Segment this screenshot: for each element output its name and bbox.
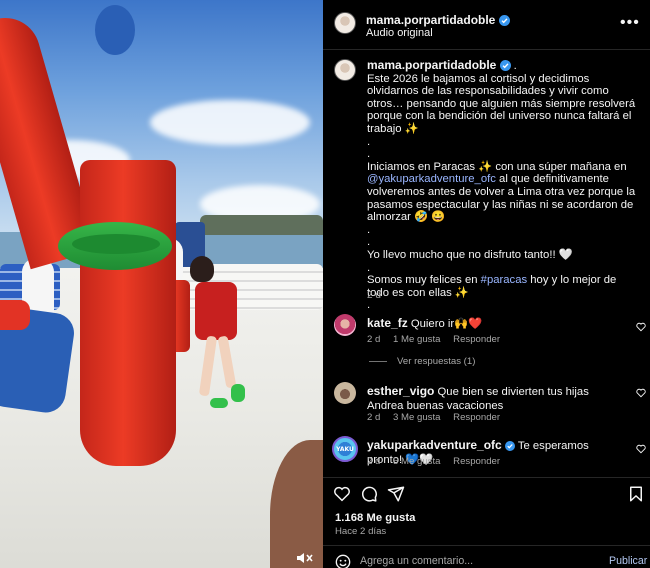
- comment-avatar[interactable]: YAKU: [332, 436, 358, 462]
- reply-button[interactable]: Responder: [453, 334, 500, 345]
- comment-icon[interactable]: [360, 485, 378, 503]
- photo-red-pillar-main: [80, 160, 176, 466]
- emoji-icon[interactable]: [335, 554, 351, 568]
- photo-child-lifejacket: [195, 282, 237, 340]
- comment-time[interactable]: 2 d: [367, 334, 380, 345]
- photo-cloud: [150, 100, 310, 145]
- photo-child-head: [190, 256, 214, 282]
- caption-username[interactable]: mama.porpartidadoble: [367, 58, 496, 72]
- comment-username[interactable]: esther_vigo: [367, 384, 434, 398]
- comment-text: Quiero ir🙌❤️: [410, 318, 483, 330]
- caption-dot: .: [367, 135, 371, 148]
- photo-child-shoe: [231, 384, 245, 402]
- comment-avatar[interactable]: [334, 382, 356, 404]
- caption-paragraph: Somos muy felices en #paracas hoy y lo m…: [367, 274, 637, 299]
- header-avatar[interactable]: [334, 12, 356, 34]
- comment-meta: 2 d 5 Me gusta Responder: [367, 456, 510, 467]
- post-media-video[interactable]: [0, 0, 323, 568]
- caption-dot: .: [367, 261, 371, 274]
- verified-badge-icon: [498, 15, 510, 26]
- comment-likes[interactable]: 3 Me gusta: [393, 412, 440, 423]
- verified-badge-icon: [499, 60, 511, 71]
- caption-paragraph: Iniciamos en Paracas ✨ con una súper mañ…: [367, 161, 637, 224]
- photo-green-ring-inner: [72, 234, 160, 254]
- caption-paragraph: Yo llevo mucho que no disfruto tanto!! 🤍: [367, 248, 573, 261]
- photo-red-inflatable: [0, 300, 30, 330]
- header-username[interactable]: mama.porpartidadoble: [366, 13, 495, 27]
- caption-dot: .: [367, 236, 371, 249]
- caption-timestamp[interactable]: 2 d: [367, 290, 381, 301]
- verified-badge-icon: [504, 441, 515, 451]
- reply-button[interactable]: Responder: [453, 412, 500, 423]
- photo-blue-arch: [95, 5, 135, 55]
- view-replies-button[interactable]: Ver respuestas (1): [397, 356, 475, 367]
- comment-meta: 2 d 3 Me gusta Responder: [367, 412, 510, 423]
- divider: [323, 477, 650, 478]
- post-comment-button[interactable]: Publicar: [609, 555, 647, 567]
- heart-icon[interactable]: [636, 444, 646, 454]
- hashtag-link[interactable]: #paracas: [481, 274, 527, 286]
- post-caption: mama.porpartidadoble . Este 2026 le baja…: [367, 59, 637, 324]
- mention-link[interactable]: @yakuparkadventure_ofc: [367, 173, 496, 185]
- comment-item: esther_vigo Que bien se divierten tus hi…: [367, 384, 627, 413]
- post-details-panel: mama.porpartidadoble Audio original ••• …: [323, 0, 650, 568]
- photo-child-shoe: [210, 398, 228, 408]
- comment-input[interactable]: [360, 553, 580, 568]
- caption-text: Somos muy felices en: [367, 274, 481, 287]
- caption-avatar[interactable]: [334, 59, 356, 81]
- post-date[interactable]: Hace 2 días: [335, 526, 386, 537]
- caption-paragraph: Este 2026 le bajamos al cortisol y decid…: [367, 72, 636, 135]
- heart-icon[interactable]: [636, 388, 646, 398]
- reply-button[interactable]: Responder: [453, 456, 500, 467]
- share-icon[interactable]: [387, 485, 405, 503]
- comment-likes[interactable]: 5 Me gusta: [393, 456, 440, 467]
- comment-avatar[interactable]: [334, 314, 356, 336]
- comment-likes[interactable]: 1 Me gusta: [393, 334, 440, 345]
- divider: [323, 49, 650, 50]
- header-username-row[interactable]: mama.porpartidadoble: [366, 13, 510, 27]
- comment-username[interactable]: kate_fz: [367, 316, 408, 330]
- heart-icon[interactable]: [636, 322, 646, 332]
- comment-item: kate_fz Quiero ir🙌❤️: [367, 316, 627, 331]
- caption-text: Iniciamos en Paracas ✨ con una súper mañ…: [367, 160, 627, 173]
- bookmark-icon[interactable]: [627, 485, 645, 503]
- comment-time[interactable]: 2 d: [367, 456, 380, 467]
- caption-dot: .: [367, 223, 371, 236]
- caption-dot: .: [367, 299, 371, 312]
- mute-icon[interactable]: [296, 551, 314, 565]
- divider: [323, 545, 650, 546]
- audio-label[interactable]: Audio original: [366, 27, 433, 39]
- comment-username[interactable]: yakuparkadventure_ofc: [367, 438, 502, 452]
- like-count[interactable]: 1.168 Me gusta: [335, 512, 415, 524]
- like-heart-icon[interactable]: [333, 485, 351, 503]
- comment-time[interactable]: 2 d: [367, 412, 380, 423]
- more-options-icon[interactable]: •••: [620, 14, 640, 32]
- avatar-logo-text: YAKU: [336, 446, 354, 453]
- photo-shoreline: [200, 215, 323, 235]
- caption-dot: .: [367, 148, 371, 161]
- replies-divider: [369, 361, 387, 362]
- comment-meta: 2 d 1 Me gusta Responder: [367, 334, 510, 345]
- caption-text: .: [510, 60, 517, 72]
